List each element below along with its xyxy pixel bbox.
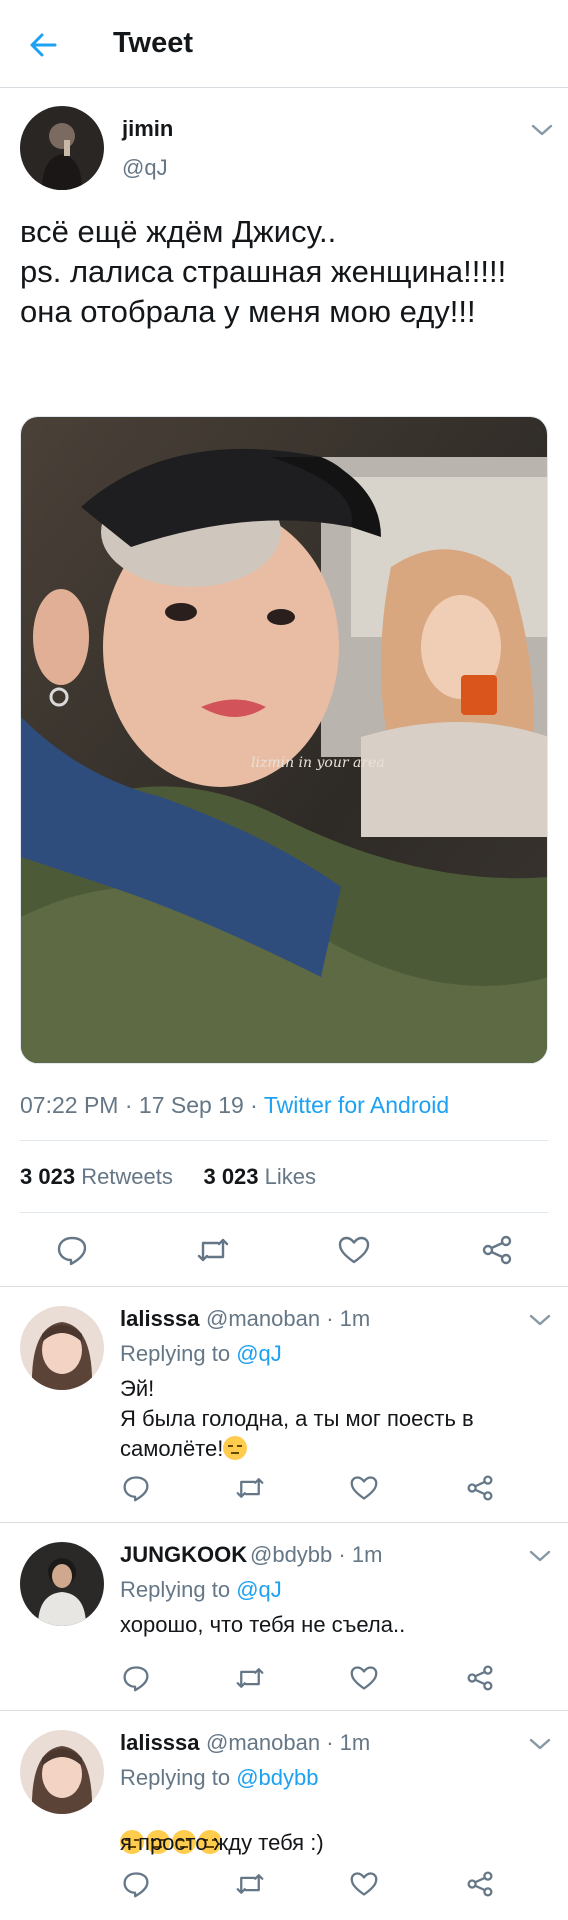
likes-count: 3 023 (203, 1164, 259, 1189)
reply-icon[interactable] (118, 1472, 154, 1504)
replying-to: Replying to @qJ (120, 1577, 282, 1603)
heart-icon[interactable] (346, 1868, 382, 1900)
author-handle[interactable]: @qJ (122, 155, 168, 181)
chevron-down-icon[interactable] (528, 1312, 552, 1328)
reply-text: хорошо, что тебя не съела.. (120, 1612, 406, 1637)
reply-icon[interactable] (118, 1868, 154, 1900)
chevron-down-icon[interactable] (530, 122, 554, 138)
reply-author-handle[interactable]: @bdybb (250, 1542, 332, 1567)
tweet-photo[interactable]: lizmin in your area (20, 416, 548, 1064)
tweet-date: 17 Sep 19 (138, 1092, 244, 1118)
reply-icon[interactable] (118, 1662, 154, 1694)
heart-icon[interactable] (346, 1472, 382, 1504)
retweets-stat[interactable]: 3 023 Retweets (20, 1164, 173, 1189)
top-app-bar: Tweet (0, 0, 568, 88)
divider (0, 1710, 568, 1711)
reply-time: 1m (351, 1542, 383, 1567)
reply-avatar[interactable] (20, 1306, 104, 1390)
meta-separator: · (243, 1092, 264, 1118)
reply-text-body: Эй! Я была голодна, а ты мог поесть в са… (120, 1376, 474, 1461)
heart-icon[interactable] (334, 1232, 374, 1268)
replying-to-link[interactable]: @bdybb (236, 1765, 318, 1790)
reply-text: Эй! Я была голодна, а ты мог поесть в са… (120, 1374, 540, 1464)
replying-label: Replying to (120, 1341, 237, 1366)
reply-author-name[interactable]: lalisssa (120, 1730, 200, 1756)
likes-stat[interactable]: 3 023 Likes (203, 1164, 316, 1189)
replying-to: Replying to @bdybb (120, 1765, 318, 1791)
replying-label: Replying to (120, 1765, 237, 1790)
photo-watermark: lizmin in your area (251, 755, 385, 771)
divider (0, 1286, 568, 1287)
replying-to: Replying to @qJ (120, 1341, 282, 1367)
share-icon[interactable] (477, 1232, 517, 1268)
reply-text: я просто жду тебя :) (120, 1830, 324, 1855)
retweets-count: 3 023 (20, 1164, 76, 1189)
retweet-icon[interactable] (232, 1472, 268, 1504)
retweet-icon[interactable] (232, 1662, 268, 1694)
reply-author-meta: @manoban · 1m (206, 1730, 371, 1755)
meta-separator: · (118, 1092, 139, 1118)
replying-to-link[interactable]: @qJ (236, 1577, 282, 1602)
divider (20, 1140, 548, 1141)
reply-time: 1m (339, 1306, 371, 1331)
retweet-icon[interactable] (232, 1868, 268, 1900)
reply-author-handle[interactable]: @manoban (206, 1730, 320, 1755)
author-avatar[interactable] (20, 106, 104, 190)
divider (0, 1522, 568, 1523)
retweet-icon[interactable] (193, 1232, 233, 1268)
reply-author-name[interactable]: lalisssa (120, 1306, 200, 1332)
tweet-stats: 3 023 Retweets 3 023 Likes (20, 1164, 316, 1190)
author-name[interactable]: jimin (122, 116, 173, 142)
likes-label: Likes (264, 1164, 317, 1189)
share-icon[interactable] (462, 1472, 498, 1504)
reply-icon[interactable] (52, 1232, 92, 1268)
reply-author-meta: @bdybb · 1m (250, 1542, 383, 1567)
heart-icon[interactable] (346, 1662, 382, 1694)
page-title: Tweet (113, 27, 194, 59)
reply-avatar[interactable] (20, 1542, 104, 1626)
tweet-meta: 07:22 PM · 17 Sep 19 · Twitter for Andro… (20, 1092, 449, 1119)
replying-label: Replying to (120, 1577, 237, 1602)
chevron-down-icon[interactable] (528, 1736, 552, 1752)
tweet-client-link[interactable]: Twitter for Android (264, 1092, 449, 1118)
reply-author-handle[interactable]: @manoban (206, 1306, 320, 1331)
chevron-down-icon[interactable] (528, 1548, 552, 1564)
tweet-text: всё ещё ждём Джису.. ps. лалиса страшная… (20, 214, 507, 329)
tweet-time: 07:22 PM (20, 1092, 119, 1118)
unamused-face-emoji (223, 1436, 248, 1460)
back-arrow-icon[interactable] (26, 28, 60, 62)
share-icon[interactable] (462, 1868, 498, 1900)
divider (20, 1212, 548, 1213)
reply-avatar[interactable] (20, 1730, 104, 1814)
retweets-label: Retweets (81, 1164, 173, 1189)
reply-author-meta: @manoban · 1m (206, 1306, 371, 1331)
replying-to-link[interactable]: @qJ (236, 1341, 282, 1366)
reply-time: 1m (339, 1730, 371, 1755)
share-icon[interactable] (462, 1662, 498, 1694)
reply-author-name[interactable]: JUNGKOOK (120, 1542, 247, 1568)
